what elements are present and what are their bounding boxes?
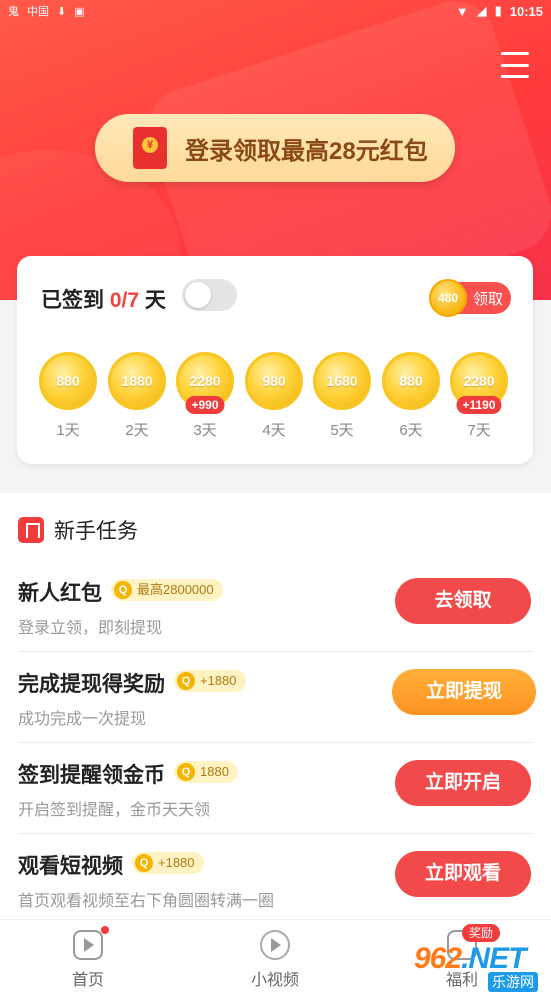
app-icon: 鬼 <box>8 6 19 18</box>
checkin-count: 0/7 <box>109 289 140 312</box>
bookmark-icon <box>18 517 44 543</box>
reward-badge: Q 1880 <box>174 761 238 783</box>
nav-label: 首页 <box>71 972 104 989</box>
newbie-tasks-panel: 新手任务 新人红包 Q 最高2800000 登录立领，即刻提现 去领取 完成提现得… <box>0 493 551 923</box>
day-label: 1天 <box>56 422 80 439</box>
menu-icon[interactable] <box>501 52 529 78</box>
header: 鬼 中国 ⬇ ▣ ▼ ◢ ▮ 10:15 登录领取最高28元红包 <box>0 0 551 300</box>
coin-icon: 2280 +990 <box>176 352 234 414</box>
coin-icon: 1680 <box>313 352 371 410</box>
task-desc: 成功完成一次提现 <box>18 711 147 728</box>
checkin-day: 2280 +1190 7天 <box>450 352 508 440</box>
checkin-day: 2280 +990 3天 <box>176 352 234 440</box>
task-desc: 登录立领，即刻提现 <box>18 620 163 637</box>
enable-reminder-button[interactable]: 立即开启 <box>395 760 531 806</box>
checkin-reminder-toggle[interactable] <box>182 279 237 311</box>
task-row: 新人红包 Q 最高2800000 登录立领，即刻提现 去领取 <box>18 561 533 652</box>
coin-icon: 1880 <box>108 352 166 410</box>
checkin-title: 已签到 0/7 天 <box>41 289 166 312</box>
tasks-header: 新手任务 <box>18 515 138 545</box>
coin-icon: 880 <box>39 352 97 410</box>
task-name: 完成提现得奖励 <box>18 673 165 696</box>
coin-icon: Q <box>135 854 153 872</box>
play-circle-icon <box>260 930 290 960</box>
coin-icon: 980 <box>245 352 303 410</box>
checkin-days-row: 880 1天 1880 2天 2280 +990 3天 980 4天 1680 … <box>39 352 519 444</box>
checkin-day: 880 1天 <box>39 352 97 440</box>
home-icon <box>73 926 109 960</box>
wifi-icon: ▼ <box>455 3 469 19</box>
coin-icon: 880 <box>382 352 440 410</box>
bonus-badge: +990 <box>185 396 225 414</box>
task-desc: 首页观看视频至右下角圆圈转满一圈 <box>18 893 275 910</box>
notification-icon: ▣ <box>74 5 85 18</box>
tasks-title: 新手任务 <box>54 520 138 543</box>
checkin-day: 1880 2天 <box>108 352 166 440</box>
watermark: 962.NET 乐游网 <box>414 942 551 993</box>
task-name: 新人红包 <box>18 582 102 605</box>
task-row: 观看短视频 Q +1880 首页观看视频至右下角圆圈转满一圈 立即观看 <box>18 834 533 925</box>
task-row: 签到提醒领金币 Q 1880 开启签到提醒，金币天天领 立即开启 <box>18 743 533 834</box>
claim-button[interactable]: 480 领取 <box>429 279 511 317</box>
status-bar: 鬼 中国 ⬇ ▣ ▼ ◢ ▮ 10:15 <box>0 0 551 22</box>
watch-video-button[interactable]: 立即观看 <box>395 851 531 897</box>
coin-icon: Q <box>114 581 132 599</box>
watermark-logo: 962.NET <box>414 942 526 975</box>
nav-home[interactable]: 首页 <box>28 926 148 990</box>
claim-label: 领取 <box>473 290 504 308</box>
checkin-card: 已签到 0/7 天 480 领取 880 1天 1880 2天 2280 +99… <box>17 256 533 464</box>
task-name: 观看短视频 <box>18 855 123 878</box>
day-label: 7天 <box>467 422 491 439</box>
claim-newbie-redpacket-button[interactable]: 去领取 <box>395 578 531 624</box>
day-label: 6天 <box>399 422 423 439</box>
reward-badge: Q +1880 <box>174 670 246 692</box>
day-label: 5天 <box>330 422 354 439</box>
battery-icon: ▮ <box>494 3 502 18</box>
signal-icon: ◢ <box>476 3 487 18</box>
withdraw-button[interactable]: 立即提现 <box>392 669 536 715</box>
task-row: 完成提现得奖励 Q +1880 成功完成一次提现 立即提现 <box>18 652 536 743</box>
task-name: 签到提醒领金币 <box>18 764 165 787</box>
day-label: 3天 <box>193 422 217 439</box>
reward-badge: 奖励 <box>462 924 501 942</box>
checkin-day: 980 4天 <box>245 352 303 440</box>
nav-label: 小视频 <box>250 972 299 989</box>
carrier-label: 中国 <box>27 6 49 18</box>
watermark-sub: 乐游网 <box>488 972 538 992</box>
clock: 10:15 <box>509 3 543 19</box>
coin-icon: 2280 +1190 <box>450 352 508 414</box>
banner-text: 登录领取最高28元红包 <box>185 137 428 165</box>
task-desc: 开启签到提醒，金币天天领 <box>18 802 211 819</box>
checkin-day: 880 6天 <box>382 352 440 440</box>
checkin-day: 1680 5天 <box>313 352 371 440</box>
nav-short-video[interactable]: 小视频 <box>215 930 335 990</box>
bonus-badge: +1190 <box>456 396 502 414</box>
download-icon: ⬇ <box>57 5 67 18</box>
login-redpacket-banner[interactable]: 登录领取最高28元红包 <box>95 114 455 182</box>
coin-icon: Q <box>177 672 195 690</box>
coin-icon: Q <box>177 763 195 781</box>
red-packet-icon <box>133 127 167 169</box>
reward-badge: Q +1880 <box>132 852 204 874</box>
reward-badge: Q 最高2800000 <box>111 579 223 601</box>
day-label: 4天 <box>262 422 286 439</box>
day-label: 2天 <box>125 422 149 439</box>
coin-icon: 480 <box>429 279 467 317</box>
